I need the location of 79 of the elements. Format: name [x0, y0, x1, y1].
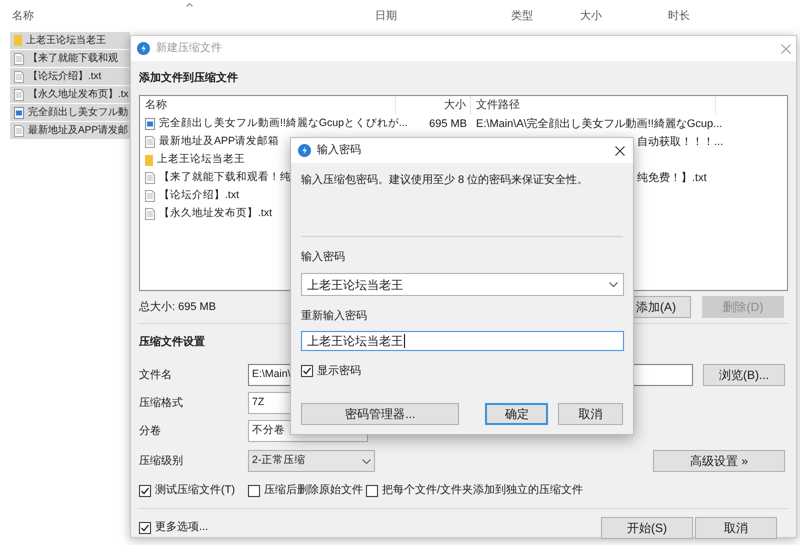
column-header[interactable]: 时长 — [668, 8, 690, 24]
document-icon — [145, 172, 155, 184]
checkbox[interactable] — [366, 484, 378, 496]
document-icon — [14, 88, 24, 100]
column-header[interactable]: 大小 — [396, 96, 471, 115]
file-name: 最新地址及APP请发邮 — [28, 124, 128, 138]
checkbox-label: 把每个文件/文件夹添加到独立的压缩文件 — [382, 482, 584, 498]
file-name: 【来了就能下载和观看！纯 — [159, 170, 291, 186]
column-header[interactable]: 文件路径 — [471, 96, 716, 115]
file-row[interactable]: 最新地址及APP请发邮 — [10, 122, 130, 139]
checkbox-label: 测试压缩文件(T) — [155, 482, 236, 498]
file-row[interactable]: 【来了就能下载和观 — [10, 50, 130, 67]
file-row[interactable]: 上老王论坛当老王 — [10, 32, 130, 49]
checkbox-label: 更多选项... — [155, 520, 208, 536]
button[interactable]: 取消 — [558, 403, 623, 425]
password-field[interactable]: 上老王论坛当老王 — [301, 331, 624, 351]
app-logo-icon — [137, 42, 150, 55]
column-header[interactable]: 日期 — [375, 8, 397, 24]
checkbox[interactable] — [139, 522, 151, 534]
checkbox[interactable] — [139, 484, 151, 496]
field-label: 压缩格式 — [139, 396, 184, 411]
document-icon — [14, 52, 24, 64]
window-title: 新建压缩文件 — [156, 40, 223, 56]
column-header[interactable]: 名称 — [140, 96, 396, 115]
file-name: 上老王论坛当老王 — [157, 152, 245, 168]
document-icon — [14, 70, 24, 82]
file-path: E:\Main\A\完全顔出し美女フル動画!!綺麗なGcup... — [476, 118, 722, 130]
file-name: 上老王论坛当老王 — [26, 34, 106, 48]
section-heading: 添加文件到压缩文件 — [139, 70, 238, 86]
button[interactable]: 浏览(B)... — [703, 364, 785, 386]
checkbox-label: 压缩后删除原始文件 — [264, 482, 363, 498]
column-header[interactable]: 类型 — [511, 8, 533, 24]
file-name: 【永久地址发布页】.tx — [28, 88, 129, 102]
button[interactable]: 确定 — [485, 403, 548, 425]
total-size: 总大小: 695 MB — [139, 300, 216, 315]
file-path: 纯免费！】.txt — [637, 172, 707, 184]
file-icon — [14, 106, 24, 118]
file-row[interactable]: 【永久地址发布页】.tx — [10, 86, 130, 103]
file-name: 【永久地址发布页】.txt — [159, 206, 272, 222]
chevron-down-icon — [362, 458, 371, 464]
file-name: 【来了就能下载和观 — [28, 52, 118, 66]
instruction-text: 输入压缩包密码。建议使用至少 8 位的密码来保证安全性。 — [301, 172, 590, 188]
close-icon[interactable] — [615, 146, 625, 156]
folder-icon — [145, 154, 153, 166]
button[interactable]: 高级设置 » — [653, 450, 785, 472]
file-name: 完全顔出し美女フル動画!!綺麗なGcupとくびれが... — [159, 116, 408, 132]
password-dropdown[interactable]: 上老王论坛当老王 — [301, 273, 624, 296]
file-name: 最新地址及APP请发邮箱 — [159, 134, 280, 150]
document-icon — [145, 208, 155, 220]
file-size: 695 MB — [429, 118, 467, 130]
file-name: 【论坛介绍】.txt — [159, 188, 240, 204]
checkbox[interactable] — [248, 484, 260, 496]
field-label: 输入密码 — [301, 250, 345, 264]
checkbox[interactable] — [301, 365, 313, 377]
document-icon — [14, 124, 24, 136]
file-name: 完全顔出し美女フル動 — [28, 106, 128, 120]
app-logo-icon — [298, 144, 311, 157]
document-icon — [145, 190, 155, 202]
folder-icon — [14, 35, 22, 46]
file-row[interactable]: 完全顔出し美女フル動 — [10, 104, 130, 121]
column-header[interactable]: 名称 — [12, 8, 34, 24]
column-header[interactable]: 大小 — [580, 8, 602, 24]
field-label: 分卷 — [139, 424, 162, 439]
dropdown[interactable]: 2-正常压缩 — [248, 450, 375, 472]
field-label: 文件名 — [139, 368, 173, 383]
button[interactable]: 开始(S) — [601, 516, 693, 538]
file-icon — [145, 118, 155, 130]
field-label: 压缩级别 — [139, 454, 184, 469]
button[interactable]: 取消 — [695, 516, 777, 538]
chevron-down-icon — [609, 282, 618, 287]
field-label: 重新输入密码 — [301, 308, 367, 324]
section-heading: 压缩文件设置 — [139, 334, 205, 350]
file-path: 自动获取！！！... — [637, 136, 724, 148]
checkbox-label: 显示密码 — [317, 364, 361, 379]
button[interactable]: 密码管理器... — [301, 403, 460, 425]
file-name: 【论坛介绍】.txt — [28, 70, 102, 84]
file-row[interactable]: 【论坛介绍】.txt — [10, 68, 130, 85]
window-title: 输入密码 — [317, 142, 362, 158]
document-icon — [145, 136, 155, 148]
